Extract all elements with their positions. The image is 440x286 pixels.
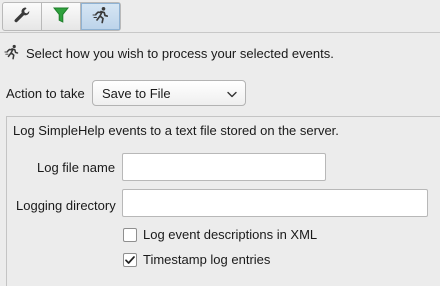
filter-tab-button[interactable] bbox=[42, 3, 81, 30]
filter-icon bbox=[52, 6, 70, 27]
timestamp-checkbox-label: Timestamp log entries bbox=[143, 252, 271, 267]
runner-icon bbox=[92, 6, 110, 27]
xml-checkbox[interactable] bbox=[123, 227, 137, 242]
toolbar bbox=[2, 2, 121, 31]
timestamp-checkbox[interactable] bbox=[123, 252, 137, 267]
wrench-icon bbox=[13, 6, 31, 27]
panel-description: Log SimpleHelp events to a text file sto… bbox=[13, 123, 339, 138]
runner-icon bbox=[4, 44, 20, 63]
action-row: Action to take Save to File bbox=[6, 79, 246, 107]
wrench-tab-button[interactable] bbox=[3, 3, 42, 30]
checkmark-icon bbox=[125, 255, 135, 264]
intro-text: Select how you wish to process your sele… bbox=[26, 45, 334, 61]
action-label: Action to take bbox=[6, 85, 85, 101]
chevron-down-icon bbox=[227, 86, 237, 101]
logging-directory-input[interactable] bbox=[122, 189, 428, 217]
action-select[interactable]: Save to File bbox=[92, 80, 246, 106]
xml-checkbox-label: Log event descriptions in XML bbox=[143, 227, 318, 242]
log-file-name-input[interactable] bbox=[122, 153, 326, 181]
intro-row: Select how you wish to process your sele… bbox=[4, 43, 334, 63]
timestamp-checkbox-row[interactable]: Timestamp log entries bbox=[123, 252, 270, 267]
log-file-name-label: Log file name bbox=[37, 160, 116, 175]
save-to-file-panel: Log SimpleHelp events to a text file sto… bbox=[6, 116, 440, 286]
action-select-value: Save to File bbox=[102, 85, 171, 101]
runner-tab-button[interactable] bbox=[81, 3, 120, 30]
toolbar-divider bbox=[0, 32, 440, 33]
xml-checkbox-row[interactable]: Log event descriptions in XML bbox=[123, 227, 317, 242]
logging-directory-label: Logging directory bbox=[16, 198, 116, 213]
